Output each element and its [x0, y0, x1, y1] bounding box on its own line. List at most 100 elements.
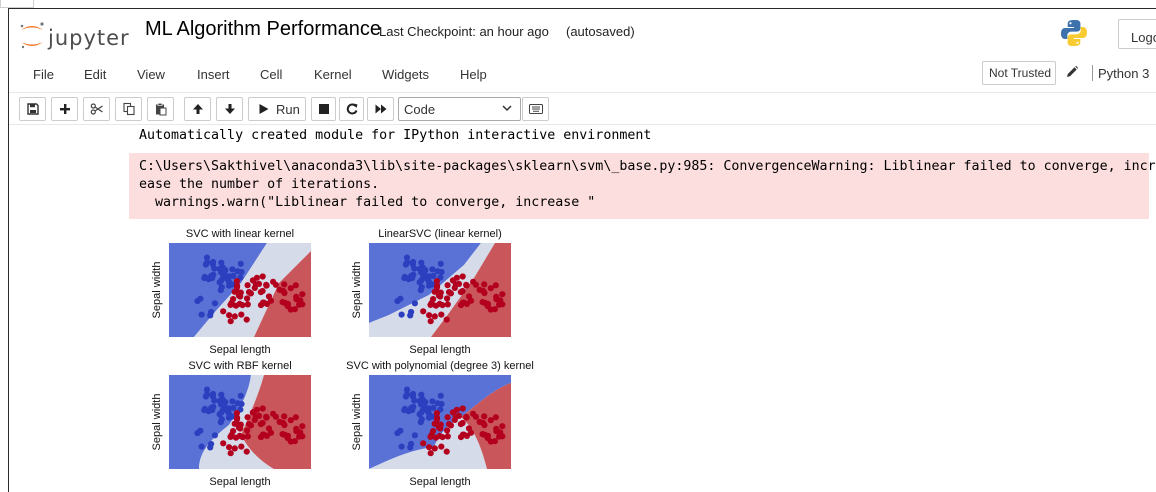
scatter-point — [420, 440, 427, 447]
menu-widgets[interactable]: Widgets — [382, 67, 429, 82]
scatter-point — [444, 433, 451, 440]
command-palette-button[interactable] — [522, 97, 549, 121]
restart-run-all-button[interactable] — [367, 97, 394, 121]
scatter-point — [220, 308, 227, 315]
scatter-point — [402, 261, 409, 268]
scatter-point — [257, 421, 264, 428]
scatter-point — [444, 427, 451, 434]
scatter-point — [398, 311, 405, 318]
scatter-point — [238, 443, 245, 450]
scatter-point — [427, 433, 434, 440]
trust-status-button[interactable]: Not Trusted — [982, 61, 1056, 85]
subplot-title: SVC with linear kernel — [186, 228, 294, 240]
notebook-title[interactable]: ML Algorithm Performance — [145, 18, 381, 41]
restart-icon — [346, 103, 357, 115]
scatter-point — [257, 302, 265, 309]
paste-cell-button[interactable] — [147, 97, 174, 121]
scatter-point — [465, 425, 473, 432]
subplot-title: LinearSVC (linear kernel) — [378, 228, 502, 240]
move-down-button[interactable] — [216, 97, 243, 121]
scatter-point — [299, 291, 306, 298]
scatter-point — [280, 419, 287, 427]
save-button[interactable] — [19, 97, 46, 121]
scatter-point — [227, 450, 234, 457]
scatter-point — [438, 311, 445, 318]
scatter-point — [227, 318, 234, 325]
scatter-point — [431, 445, 438, 452]
cut-cell-button[interactable] — [83, 97, 110, 121]
scatter-point — [463, 414, 470, 421]
x-axis-label: Sepal length — [209, 344, 270, 356]
scatter-point — [232, 434, 240, 441]
scatter-point — [219, 407, 226, 414]
menu-kernel[interactable]: Kernel — [314, 67, 352, 82]
scatter-point — [480, 419, 487, 427]
scatter-point — [211, 265, 218, 272]
insert-cell-button[interactable] — [51, 97, 78, 121]
menu-file[interactable]: File — [33, 67, 54, 82]
menu-edit[interactable]: Edit — [84, 67, 106, 82]
subplot-title: SVC with RBF kernel — [188, 360, 291, 372]
scatter-point — [227, 301, 234, 308]
scatter-point — [247, 422, 254, 429]
keyboard-icon — [528, 104, 543, 114]
scatter-point — [465, 293, 473, 300]
cell-type-select[interactable]: Code — [398, 97, 521, 121]
scatter-point — [252, 413, 259, 420]
scatter-point — [198, 443, 205, 450]
scatter-point — [429, 398, 436, 405]
scatter-point — [411, 432, 418, 439]
menu-help[interactable]: Help — [460, 67, 487, 82]
scatter-point — [397, 427, 404, 434]
menu-insert[interactable]: Insert — [197, 67, 230, 82]
scatter-point — [409, 407, 416, 414]
jupyter-logo[interactable]: jupyter — [18, 21, 138, 51]
menu-cell[interactable]: Cell — [260, 67, 282, 82]
interrupt-kernel-button[interactable] — [311, 97, 336, 121]
scatter-point — [426, 312, 433, 319]
scatter-point — [434, 288, 441, 296]
scatter-point — [209, 275, 216, 282]
scatter-point — [430, 272, 437, 279]
scatter-point — [447, 422, 454, 429]
scatter-point — [234, 288, 241, 296]
scatter-point — [403, 254, 411, 261]
scatter-point — [259, 273, 266, 280]
scatter-point — [407, 312, 414, 319]
run-button[interactable]: Run — [248, 97, 306, 121]
scatter-point — [418, 401, 425, 408]
scatter-point — [470, 410, 477, 417]
scatter-point — [231, 445, 238, 452]
cell-type-value: Code — [404, 102, 436, 117]
scatter-point — [427, 301, 434, 308]
stderr-warning: C:\Users\Sakthivel\anaconda3\lib\site-pa… — [129, 153, 1156, 219]
scatter-point — [444, 295, 451, 302]
scatter-point — [297, 429, 304, 436]
scatter-point — [434, 414, 441, 421]
scatter-point — [234, 282, 241, 289]
subplot: SVC with RBF kernel Sepal length Sepal wid… — [151, 360, 311, 488]
scatter-point — [244, 301, 251, 308]
checkpoint-status: Last Checkpoint: an hour ago — [379, 24, 549, 39]
scatter-point — [407, 444, 414, 451]
jupyter-logo-icon — [20, 22, 44, 49]
scatter-point — [492, 414, 499, 421]
notebook-window: jupyter ML Algorithm Performance Last Ch… — [8, 8, 1156, 492]
scatter-point — [452, 281, 459, 288]
move-up-button[interactable] — [184, 97, 211, 121]
copy-cell-button[interactable] — [115, 97, 142, 121]
scatter-point — [443, 448, 450, 455]
restart-kernel-button[interactable] — [339, 97, 364, 121]
scatter-point — [218, 391, 225, 398]
kernel-indicator[interactable]: Python 3 — [1098, 66, 1149, 81]
cell-output-area: Automatically created module for IPython… — [9, 125, 1156, 492]
scatter-point — [418, 284, 425, 291]
scatter-point — [437, 392, 444, 399]
browser-tab-stub — [0, 0, 34, 8]
scatter-point — [457, 434, 465, 441]
logout-button[interactable]: Logout — [1118, 19, 1156, 49]
scatter-point — [281, 413, 288, 420]
scatter-point — [398, 443, 405, 450]
scatter-point — [247, 290, 254, 297]
menu-view[interactable]: View — [137, 67, 165, 82]
